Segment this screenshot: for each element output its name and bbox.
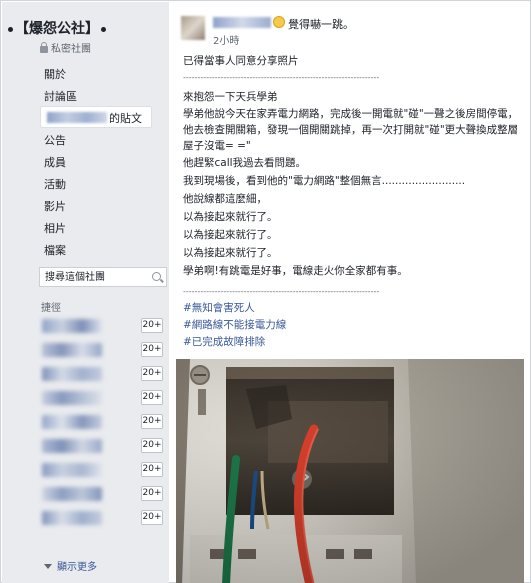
count-badge: 20+ [141,366,163,381]
screenshot-frame: 【爆怨公社】 私密社團 關於 討論區 的貼文 公告 成員 活動 影片 相片 檔案… [0,0,531,583]
count-badge: 20+ [141,342,163,357]
post-text-line: 他趕緊call我過去看問題。 [183,157,307,169]
feeling-status: 覺得嚇一跳。 [288,18,354,31]
post-text-line: 屋子沒電= =" [183,140,251,152]
nav-members[interactable]: 成員 [44,154,66,170]
nav-about[interactable]: 關於 [44,66,66,82]
shortcut-item[interactable]: 20+ [40,461,166,479]
group-privacy: 私密社團 [40,40,91,55]
shortcut-item[interactable]: 20+ [40,389,166,407]
shortcuts-heading: 捷徑 [41,303,61,314]
shortcut-item[interactable]: 20+ [40,413,166,431]
group-post: 覺得嚇一跳。 2小時 已得當事人同意分享照片 -----------------… [173,7,524,583]
count-badge: 20+ [141,438,163,453]
divider-line: ----------------------------------------… [183,287,380,296]
chevron-down-icon [44,564,52,569]
bullet-icon [101,26,106,32]
post-text-line: 學弟他說今天在家弄電力網路，完成後一開電就"碰"一聲之後房間停電， [183,108,519,120]
nav-member-posts[interactable]: 的貼文 [40,106,152,128]
nav-photos[interactable]: 相片 [44,220,66,236]
show-more-label: 顯示更多 [57,562,97,573]
search-input[interactable] [40,268,146,286]
blurred-shortcut-name [42,343,102,357]
post-photo[interactable] [176,359,524,583]
post-text-line: 我到現場後，看到他的"電力網路"整個無言....................… [183,175,466,187]
shortcut-item[interactable]: 20+ [40,341,166,359]
bullet-icon [8,26,13,32]
group-title[interactable]: 【爆怨公社】 [6,18,108,38]
blurred-shortcut-name [42,319,102,333]
blurred-shortcut-name [42,415,102,429]
blurred-shortcut-name [42,367,102,381]
post-timestamp[interactable]: 2小時 [213,32,239,47]
group-sidebar: 【爆怨公社】 私密社團 關於 討論區 的貼文 公告 成員 活動 影片 相片 檔案… [2,2,169,583]
group-search [39,267,167,287]
hashtag-link[interactable]: #無知會害死人 [183,302,255,315]
author-avatar[interactable] [181,16,205,40]
shortcut-item[interactable]: 20+ [40,317,166,335]
group-name: 【爆怨公社】 [15,21,99,37]
post-text-line: 來抱怨一下天兵學弟 [183,91,278,103]
count-badge: 20+ [141,462,163,477]
blurred-author-name[interactable] [213,17,271,28]
blurred-shortcut-name [42,487,102,501]
show-more-link[interactable]: 顯示更多 [44,558,97,573]
hashtag-link[interactable]: #已完成故障排除 [183,336,265,349]
blurred-shortcut-name [42,511,102,525]
nav-files[interactable]: 檔案 [44,242,66,258]
search-icon[interactable] [152,272,161,281]
wall-outlet-wiring-image [176,359,524,583]
surprised-emoji-icon [273,16,285,28]
nav-discussion[interactable]: 討論區 [44,88,77,104]
post-text-line: 以為接起來就行了。 [183,211,278,223]
hashtag-link[interactable]: #網路線不能接電力線 [183,319,286,332]
post-text-line: 學弟啊!有跳電是好事，電線走火你全家都有事。 [183,265,408,277]
post-text-line: 他說線都這麼細， [183,193,267,205]
shortcut-item[interactable]: 20+ [40,437,166,455]
count-badge: 20+ [141,414,163,429]
count-badge: 20+ [141,318,163,333]
divider-line: ----------------------------------------… [183,73,380,82]
lock-icon [40,42,48,53]
post-text-line: 已得當事人同意分享照片 [183,55,299,67]
post-text-line: 他去檢查開關箱，發現一個開關跳掉，再一次打開就"碰"更大聲換成整層 [183,124,519,136]
blurred-shortcut-name [42,439,102,453]
nav-announcements[interactable]: 公告 [44,132,66,148]
shortcut-item[interactable]: 20+ [40,485,166,503]
group-type-label: 私密社團 [51,44,91,55]
shortcut-item[interactable]: 20+ [40,509,166,527]
nav-events[interactable]: 活動 [44,176,66,192]
shortcut-item[interactable]: 20+ [40,365,166,383]
count-badge: 20+ [141,390,163,405]
post-text-line: 以為接起來就行了。 [183,247,278,259]
blurred-shortcut-name [42,463,102,477]
count-badge: 20+ [141,510,163,525]
member-posts-label: 的貼文 [109,112,142,125]
blurred-member-name [47,112,107,123]
nav-videos[interactable]: 影片 [44,198,66,214]
count-badge: 20+ [141,486,163,501]
post-text-line: 以為接起來就行了。 [183,229,278,241]
blurred-shortcut-name [42,391,102,405]
